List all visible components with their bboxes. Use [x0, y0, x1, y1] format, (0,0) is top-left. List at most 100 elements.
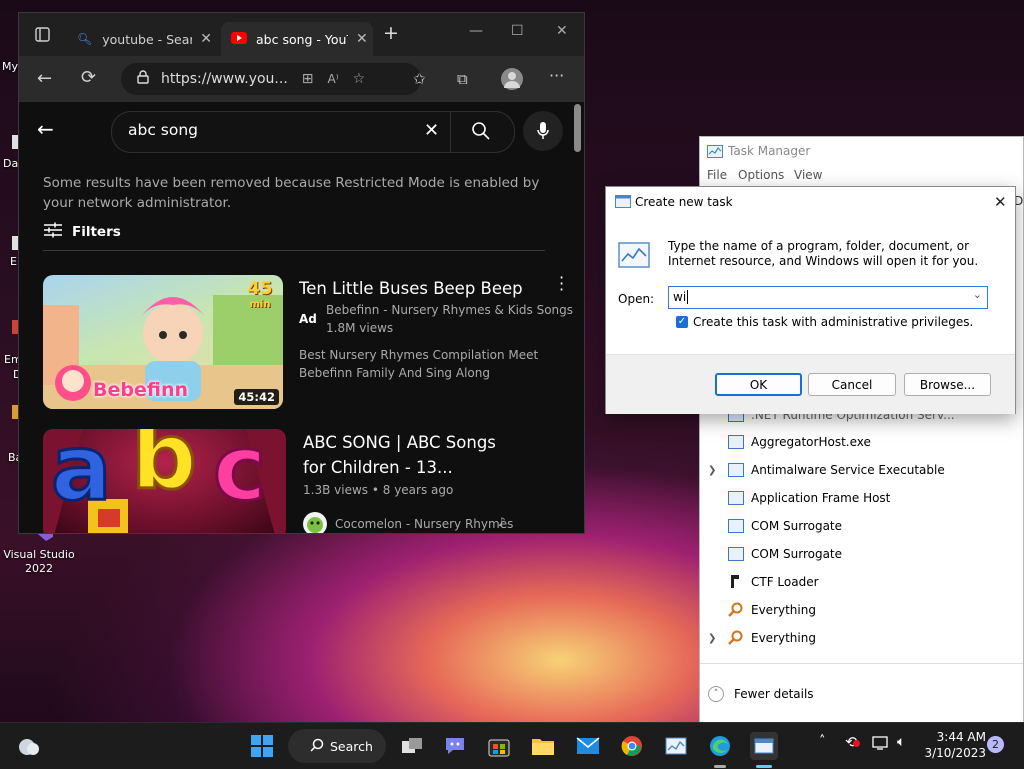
badge-number: 45 [247, 278, 273, 299]
back-arrow-icon[interactable]: ← [37, 117, 54, 141]
process-row[interactable]: Everything [700, 596, 1023, 624]
magnifier-icon [728, 602, 743, 617]
filters-button[interactable]: Filters [43, 222, 121, 242]
favorites-icon[interactable]: ✩ [413, 70, 426, 88]
chevron-down-icon[interactable]: ⌄ [973, 288, 982, 301]
scrollbar[interactable] [574, 104, 581, 152]
clear-search-icon[interactable]: ✕ [424, 120, 439, 141]
maximize-icon[interactable]: ☐ [511, 23, 524, 39]
video-thumbnail[interactable]: 45 min Bebefinn 45:42 [43, 275, 283, 409]
youtube-page: ← abc song ✕ Some results have been remo… [19, 102, 584, 533]
admin-checkbox-label: Create this task with administrative pri… [693, 315, 974, 329]
expand-chevron-icon[interactable]: ❯ [708, 465, 716, 476]
process-row[interactable]: COM Surrogate [700, 512, 1023, 540]
window-icon [728, 435, 744, 449]
chevron-up-icon[interactable]: ˄ [819, 734, 826, 749]
read-aloud-icon[interactable]: A⁾ [328, 72, 339, 86]
mail-icon[interactable] [574, 732, 602, 760]
tab-actions-icon[interactable] [35, 27, 50, 46]
video-thumbnail[interactable]: a b c [43, 429, 286, 533]
refresh-icon[interactable]: ⟳ [81, 67, 96, 88]
task-manager-taskbar-icon[interactable] [662, 732, 690, 760]
dot-separator: • [371, 483, 383, 497]
more-icon[interactable]: ··· [549, 66, 564, 85]
ad-badge: Ad [299, 312, 317, 326]
menu-file[interactable]: File [707, 168, 727, 182]
sync-icon[interactable]: ⟲ [845, 733, 860, 751]
cancel-button[interactable]: Cancel [808, 373, 896, 396]
search-icon[interactable] [471, 121, 491, 144]
network-icon[interactable] [872, 736, 888, 753]
tab-abc-song-youtube[interactable]: abc song - YouTube ✕ [221, 22, 373, 56]
profile-icon[interactable] [501, 68, 523, 90]
weather-icon[interactable] [14, 732, 42, 760]
edge-icon[interactable] [706, 732, 734, 760]
dialog-description: Type the name of a program, folder, docu… [668, 239, 979, 268]
window-icon [728, 491, 744, 505]
back-icon[interactable]: ← [37, 68, 52, 89]
microsoft-store-icon[interactable] [485, 732, 513, 760]
process-row[interactable]: ❯ Everything [700, 624, 1023, 652]
start-windows-icon[interactable] [248, 732, 276, 760]
video-views: 1.3B views [303, 483, 369, 497]
video-title[interactable]: ABC SONG | ABC Songs for Children - 13..… [303, 430, 496, 480]
filters-label: Filters [72, 224, 121, 240]
run-dialog-taskbar-icon[interactable] [750, 732, 778, 760]
task-manager-footer: ˄ Fewer details [700, 663, 1023, 727]
notification-badge[interactable]: 2 [987, 736, 1004, 753]
minimize-icon[interactable]: — [469, 23, 483, 39]
tab-youtube-search[interactable]: 🔍︎ youtube - Search ✕ [67, 22, 217, 56]
admin-checkbox-row[interactable]: ✓ Create this task with administrative p… [676, 315, 973, 329]
video-views: 1.8M views [326, 321, 394, 335]
chrome-icon[interactable] [618, 732, 646, 760]
filters-icon [43, 222, 63, 242]
address-bar-row: ← ⟳ https://www.you... ⊞ A⁾ ☆ ✩ ⧉ ··· [19, 56, 584, 102]
taskbar-search[interactable]: Search [288, 729, 386, 763]
admin-checkbox[interactable]: ✓ [676, 316, 688, 328]
close-icon[interactable]: ✕ [356, 31, 368, 47]
channel-avatar[interactable] [303, 512, 327, 533]
thumb-letter-b: b [130, 429, 199, 510]
add-favorite-icon[interactable]: ☆ [353, 71, 366, 87]
close-icon[interactable]: ✕ [200, 31, 212, 47]
more-options-icon[interactable]: · · · [559, 270, 565, 298]
video-channel[interactable]: Bebefinn - Nursery Rhymes & Kids Songs [326, 302, 573, 319]
open-combobox[interactable]: wi ⌄ [668, 286, 988, 309]
browse-button[interactable]: Browse... [904, 373, 991, 396]
process-row[interactable]: COM Surrogate [700, 540, 1023, 568]
taskbar: Search ˄ ⟲ 🔈︎ 3:44 AM 3/10/2023 2 [0, 722, 1024, 769]
clock[interactable]: 3:44 AM 3/10/2023 [922, 729, 986, 761]
brand-logo: Bebefinn [93, 379, 188, 401]
open-input[interactable]: wi [673, 290, 689, 304]
video-channel[interactable]: Cocomelon - Nursery Rhymes [335, 516, 513, 533]
expand-chevron-icon[interactable]: ❯ [708, 633, 716, 644]
teams-chat-icon[interactable] [441, 732, 469, 760]
close-icon[interactable]: ✕ [994, 193, 1007, 211]
new-tab-button[interactable]: + [383, 22, 399, 44]
ok-button[interactable]: OK [715, 373, 802, 396]
fewer-details-button[interactable]: ˄ Fewer details [708, 686, 814, 702]
create-new-task-dialog: Create new task ✕ Type the name of a pro… [605, 186, 1016, 414]
voice-search-icon[interactable] [523, 111, 563, 151]
task-view-icon[interactable] [398, 732, 426, 760]
search-input[interactable]: abc song [128, 121, 198, 139]
close-window-icon[interactable]: ✕ [556, 23, 568, 39]
menu-view[interactable]: View [794, 168, 822, 182]
tab-label: youtube - Search [102, 31, 192, 47]
file-explorer-icon[interactable] [529, 732, 557, 760]
menu-options[interactable]: Options [738, 168, 784, 182]
address-field[interactable]: https://www.you... ⊞ A⁾ ☆ [121, 63, 421, 95]
collections-icon[interactable]: ⧉ [457, 70, 468, 88]
process-row[interactable]: AggregatorHost.exe [700, 428, 1023, 456]
process-name: COM Surrogate [751, 519, 843, 533]
video-title[interactable]: Ten Little Buses Beep Beep [299, 276, 523, 301]
apps-icon[interactable]: ⊞ [302, 71, 314, 87]
process-row[interactable]: Application Frame Host [700, 484, 1023, 512]
youtube-search-box[interactable]: abc song ✕ [111, 111, 515, 153]
clock-date: 3/10/2023 [924, 746, 986, 760]
process-row[interactable]: CTF Loader [700, 568, 1023, 596]
volume-icon[interactable]: 🔈︎ [897, 734, 905, 750]
lock-icon [137, 70, 149, 88]
process-row[interactable]: ❯ Antimalware Service Executable [700, 456, 1023, 484]
run-icon [615, 195, 631, 211]
